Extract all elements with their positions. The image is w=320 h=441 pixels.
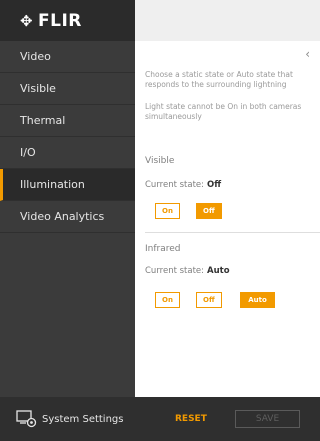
- visible-state-label: Current state:: [145, 180, 205, 190]
- main-content: [135, 0, 320, 441]
- brand-name: FLIR: [38, 10, 82, 31]
- sidebar-item-io[interactable]: I/O: [0, 137, 135, 169]
- illumination-note: Light state cannot be On in both cameras…: [145, 102, 302, 121]
- reset-button[interactable]: RESET: [175, 414, 207, 424]
- sidebar-item-visible[interactable]: Visible: [0, 73, 135, 105]
- sidebar-item-label: Video Analytics: [20, 210, 105, 223]
- sidebar-item-label: Video: [20, 50, 51, 63]
- sidebar-item-label: Thermal: [20, 114, 66, 127]
- visible-on-button[interactable]: On: [155, 203, 180, 219]
- sidebar-item-label: Visible: [20, 82, 56, 95]
- infrared-current-state: Current state: Auto: [145, 266, 230, 276]
- visible-off-label: Off: [203, 207, 215, 215]
- system-settings-icon: [16, 410, 37, 428]
- sidebar-item-label: I/O: [20, 146, 36, 159]
- visible-off-button[interactable]: Off: [196, 203, 222, 219]
- illumination-description: Choose a static state or Auto state that…: [145, 70, 293, 89]
- infrared-auto-label: Auto: [248, 296, 267, 304]
- visible-state-value: Off: [207, 180, 222, 190]
- infrared-state-label: Current state:: [145, 266, 205, 276]
- sidebar: ✥ FLIR Video Visible Thermal I/O Illumin…: [0, 0, 135, 441]
- infrared-on-label: On: [162, 296, 173, 304]
- save-button[interactable]: SAVE: [235, 410, 300, 428]
- sidebar-item-video-analytics[interactable]: Video Analytics: [0, 201, 135, 233]
- visible-current-state: Current state: Off: [145, 180, 221, 190]
- footer-bar: RESET SAVE: [135, 397, 320, 441]
- system-settings-label: System Settings: [42, 413, 124, 425]
- visible-on-label: On: [162, 207, 173, 215]
- sidebar-item-thermal[interactable]: Thermal: [0, 105, 135, 137]
- infrared-off-button[interactable]: Off: [196, 292, 222, 308]
- infrared-section-title: Infrared: [145, 244, 181, 254]
- brand-logo: ✥ FLIR: [0, 0, 135, 41]
- flir-logo-icon: ✥: [20, 11, 33, 30]
- infrared-auto-button[interactable]: Auto: [240, 292, 275, 308]
- infrared-off-label: Off: [203, 296, 215, 304]
- content-header: [135, 0, 320, 41]
- sidebar-item-illumination[interactable]: Illumination: [0, 169, 135, 201]
- section-divider: [145, 232, 320, 233]
- chevron-left-icon[interactable]: ‹: [305, 47, 310, 61]
- infrared-state-value: Auto: [207, 266, 230, 276]
- infrared-on-button[interactable]: On: [155, 292, 180, 308]
- sidebar-item-label: Illumination: [20, 178, 85, 191]
- system-settings-button[interactable]: System Settings: [0, 397, 135, 441]
- visible-section-title: Visible: [145, 156, 175, 166]
- sidebar-item-video[interactable]: Video: [0, 41, 135, 73]
